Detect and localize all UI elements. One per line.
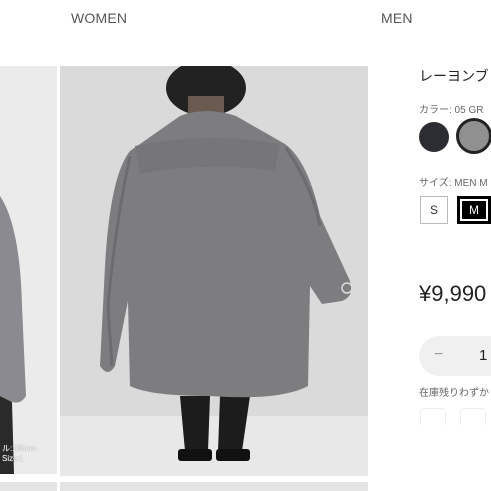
quantity-stepper: − 1	[419, 336, 491, 376]
color-swatch-gray-selected[interactable]	[456, 118, 491, 154]
product-price: ¥9,990	[419, 281, 487, 306]
gallery-thumbnail-below[interactable]	[60, 482, 368, 491]
shirt-back-photo	[60, 66, 368, 476]
nav-women-link[interactable]: WOMEN	[71, 10, 127, 26]
gallery-thumbnail-previous[interactable]: ル:185cm Size:L	[0, 66, 57, 474]
model-photo-partial	[0, 66, 57, 474]
action-button-partial-2[interactable]	[460, 408, 486, 425]
stock-status-note: 在庫残りわずか	[419, 388, 489, 399]
product-title: レーヨンブ	[419, 68, 489, 84]
color-swatch-black[interactable]	[419, 122, 449, 152]
quantity-value: 1	[479, 347, 488, 364]
model-info-caption: ル:185cm Size:L	[2, 444, 37, 463]
nav-men-link[interactable]: MEN	[381, 10, 413, 26]
action-button-partial[interactable]	[420, 408, 446, 425]
main-product-image[interactable]	[60, 66, 368, 476]
quantity-decrease-button[interactable]: −	[434, 346, 443, 364]
size-option-s[interactable]: S	[420, 196, 448, 224]
size-option-m-selected[interactable]: M	[457, 196, 491, 224]
size-label: サイズ: MEN M	[419, 178, 488, 189]
color-label: カラー: 05 GR	[419, 105, 484, 116]
gallery-thumbnail-below-left[interactable]	[0, 482, 57, 491]
